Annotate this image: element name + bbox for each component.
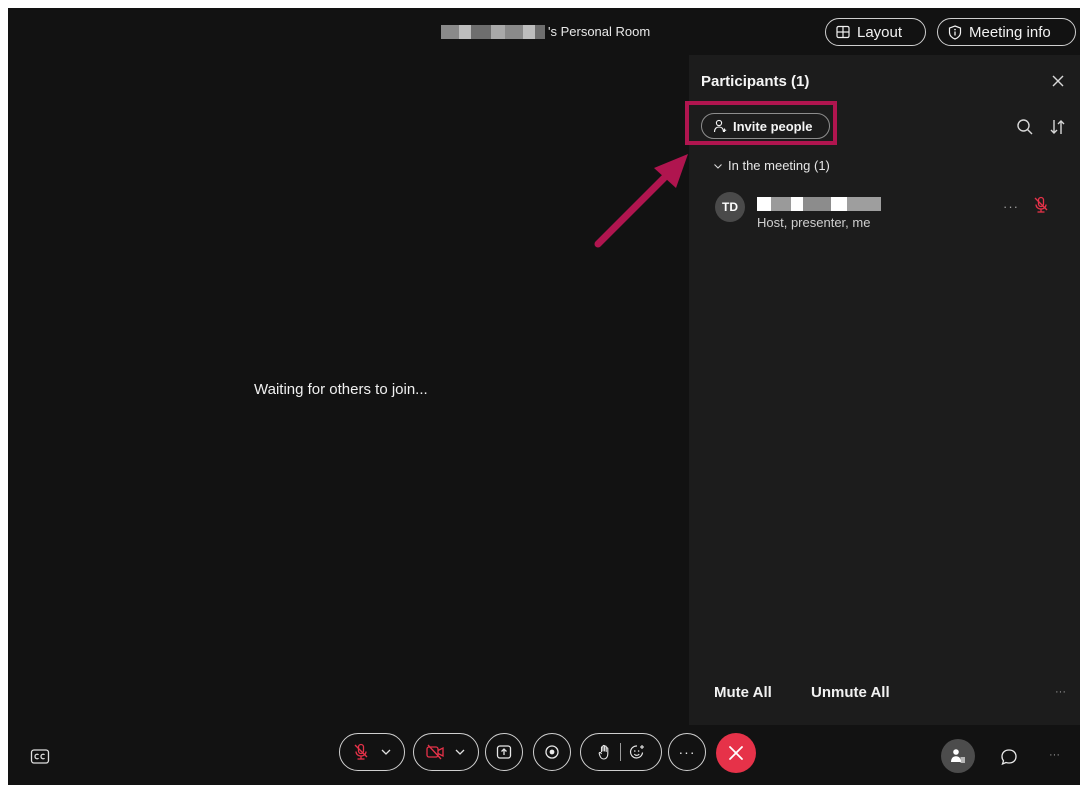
search-icon[interactable]	[1015, 117, 1035, 137]
chevron-down-icon[interactable]	[453, 746, 467, 758]
mic-muted-icon	[354, 743, 368, 760]
room-title: 's Personal Room	[441, 24, 650, 39]
avatar: TD	[715, 192, 745, 222]
chevron-down-icon	[714, 163, 722, 169]
more-options-label: ···	[678, 744, 696, 760]
room-title-text: 's Personal Room	[548, 24, 651, 39]
layout-button[interactable]: Layout	[825, 18, 926, 46]
more-options-button[interactable]: ···	[668, 733, 706, 771]
sort-icon[interactable]	[1048, 117, 1068, 137]
reactions-group[interactable]	[580, 733, 662, 771]
waiting-message: Waiting for others to join...	[254, 381, 428, 398]
participant-more-button[interactable]: ···	[1003, 199, 1019, 214]
participants-panel-title: Participants (1)	[701, 73, 810, 90]
mute-button[interactable]	[339, 733, 405, 771]
layout-label: Layout	[857, 23, 903, 41]
participant-role: Host, presenter, me	[757, 215, 871, 230]
toolbar-separator	[619, 743, 621, 761]
closed-captions-icon[interactable]	[30, 748, 50, 766]
meeting-info-button[interactable]: Meeting info	[937, 18, 1076, 46]
record-button[interactable]	[533, 733, 571, 771]
leave-meeting-button[interactable]	[716, 733, 756, 773]
redacted-participant-name	[757, 197, 881, 211]
chat-icon[interactable]	[998, 746, 1020, 768]
participants-icon	[951, 749, 965, 763]
invite-people-button[interactable]: Invite people	[701, 113, 830, 139]
in-meeting-section-label: In the meeting (1)	[728, 158, 830, 173]
camera-off-icon	[426, 744, 444, 760]
invite-people-label: Invite people	[733, 118, 813, 134]
shield-info-icon	[948, 24, 962, 40]
camera-button[interactable]	[413, 733, 479, 771]
participants-panel: Participants (1) Invite people In the me…	[685, 55, 1080, 725]
toolbar-more-button[interactable]: ···	[1049, 749, 1060, 761]
layout-grid-icon	[836, 25, 850, 39]
leave-x-icon	[729, 746, 743, 760]
participant-row[interactable]: TD Host, presenter, me ···	[713, 187, 1073, 231]
panel-more-button[interactable]: ···	[1055, 686, 1066, 698]
raise-hand-icon[interactable]	[597, 743, 613, 761]
mic-muted-icon[interactable]	[1031, 195, 1051, 215]
unmute-all-button[interactable]: Unmute All	[811, 684, 890, 701]
chevron-down-icon[interactable]	[379, 746, 393, 758]
participants-toggle-button[interactable]	[941, 739, 975, 773]
share-icon	[496, 745, 512, 759]
add-person-icon	[713, 119, 727, 133]
annotation-arrow	[594, 154, 688, 248]
redacted-host-name	[441, 24, 545, 39]
reaction-icon[interactable]	[628, 743, 646, 761]
meeting-window: 's Personal Room Layout Meeting info Wai…	[8, 8, 1080, 785]
meeting-info-label: Meeting info	[969, 23, 1051, 41]
in-meeting-section-header[interactable]: In the meeting (1)	[713, 158, 830, 173]
record-icon	[545, 745, 559, 759]
close-icon[interactable]	[1048, 71, 1068, 91]
mute-all-button[interactable]: Mute All	[714, 684, 772, 701]
share-button[interactable]	[485, 733, 523, 771]
